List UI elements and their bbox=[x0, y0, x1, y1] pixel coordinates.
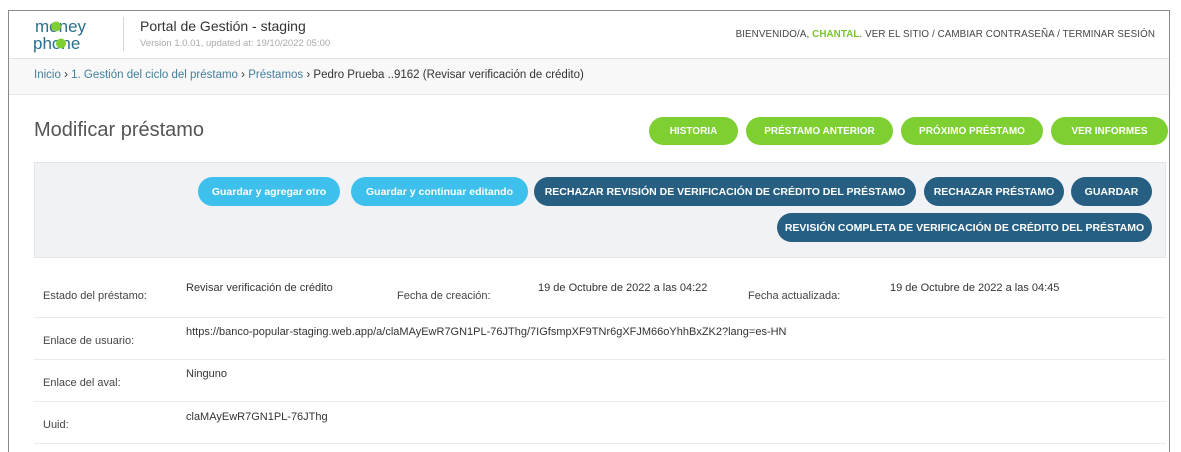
separator: / bbox=[931, 29, 935, 40]
save-continue-editing-button[interactable]: Guardar y continuar editando bbox=[351, 177, 528, 206]
user-name: CHANTAL bbox=[812, 29, 860, 40]
uuid-value: claMAyEwR7GN1PL-76JThg bbox=[186, 411, 328, 423]
uuid-label: Uuid: bbox=[43, 419, 69, 431]
user-tools: BIENVENIDO/A, CHANTAL. VER EL SITIO / CA… bbox=[735, 29, 1155, 40]
breadcrumb-separator: › bbox=[241, 69, 245, 81]
breadcrumb-separator: › bbox=[306, 69, 311, 81]
complete-credit-review-button[interactable]: REVISIÓN COMPLETA DE VERIFICACIÓN DE CRÉ… bbox=[777, 213, 1152, 242]
user-link-value[interactable]: https://banco-popular-staging.web.app/a/… bbox=[186, 326, 787, 338]
field-row-uuid: Uuid: claMAyEwR7GN1PL-76JThg bbox=[34, 402, 1166, 444]
moneyphone-logo[interactable]: money phone bbox=[33, 17, 113, 53]
field-row-user-link: Enlace de usuario: https://banco-popular… bbox=[34, 318, 1166, 360]
field-row-guarantor-link: Enlace del aval: Ninguno bbox=[34, 360, 1166, 402]
next-loan-button[interactable]: PRÓXIMO PRÉSTAMO bbox=[901, 117, 1043, 145]
portal-version: Version 1.0.01, updated at: 19/10/2022 0… bbox=[140, 38, 331, 49]
welcome-text: BIENVENIDO/A, bbox=[735, 29, 810, 40]
breadcrumb-loans-link[interactable]: Préstamos bbox=[248, 69, 303, 81]
guarantor-link-label: Enlace del aval: bbox=[43, 377, 121, 389]
submit-row: Guardar y agregar otro Guardar y continu… bbox=[34, 162, 1166, 258]
view-reports-button[interactable]: VER INFORMES bbox=[1051, 117, 1168, 145]
created-label: Fecha de creación: bbox=[397, 290, 491, 302]
logo-accent-dot bbox=[51, 21, 61, 32]
reject-credit-review-button[interactable]: RECHAZAR REVISIÓN DE VERIFICACIÓN DE CRÉ… bbox=[534, 177, 916, 206]
logout-link[interactable]: TERMINAR SESIÓN bbox=[1063, 29, 1155, 40]
view-site-link[interactable]: VER EL SITIO bbox=[865, 29, 929, 40]
header-divider bbox=[123, 17, 124, 51]
logo-accent-dot bbox=[56, 38, 66, 49]
guarantor-link-value: Ninguno bbox=[186, 368, 227, 380]
breadcrumb-home-link[interactable]: Inicio bbox=[34, 69, 61, 81]
created-value: 19 de Octubre de 2022 a las 04:22 bbox=[538, 282, 708, 294]
breadcrumb-section-link[interactable]: 1. Gestión del ciclo del préstamo bbox=[71, 69, 238, 81]
breadcrumb-separator: › bbox=[64, 69, 68, 81]
status-value: Revisar verificación de crédito bbox=[186, 282, 333, 294]
field-row-status: Estado del préstamo: Revisar verificació… bbox=[34, 271, 1166, 318]
separator: / bbox=[1057, 29, 1060, 40]
previous-loan-button[interactable]: PRÉSTAMO ANTERIOR bbox=[746, 117, 893, 145]
admin-window: money phone Portal de Gestión - staging … bbox=[8, 10, 1170, 452]
history-button[interactable]: HISTORIA bbox=[649, 117, 738, 145]
page-title: Modificar préstamo bbox=[34, 119, 205, 141]
portal-title: Portal de Gestión - staging bbox=[140, 18, 306, 34]
object-tools: HISTORIA PRÉSTAMO ANTERIOR PRÓXIMO PRÉST… bbox=[649, 117, 1168, 145]
breadcrumb: Inicio › 1. Gestión del ciclo del présta… bbox=[9, 59, 1169, 95]
updated-value: 19 de Octubre de 2022 a las 04:45 bbox=[890, 282, 1060, 294]
change-password-link[interactable]: CAMBIAR CONTRASEÑA bbox=[938, 29, 1055, 40]
save-button[interactable]: GUARDAR bbox=[1071, 177, 1152, 206]
save-add-another-button[interactable]: Guardar y agregar otro bbox=[198, 177, 340, 206]
user-link-label: Enlace de usuario: bbox=[43, 335, 135, 347]
status-label: Estado del préstamo: bbox=[43, 290, 147, 302]
reject-loan-button[interactable]: RECHAZAR PRÉSTAMO bbox=[924, 177, 1064, 206]
breadcrumb-current: Pedro Prueba ..9162 (Revisar verificació… bbox=[313, 69, 584, 81]
header: money phone Portal de Gestión - staging … bbox=[9, 11, 1169, 59]
updated-label: Fecha actualizada: bbox=[748, 290, 841, 302]
